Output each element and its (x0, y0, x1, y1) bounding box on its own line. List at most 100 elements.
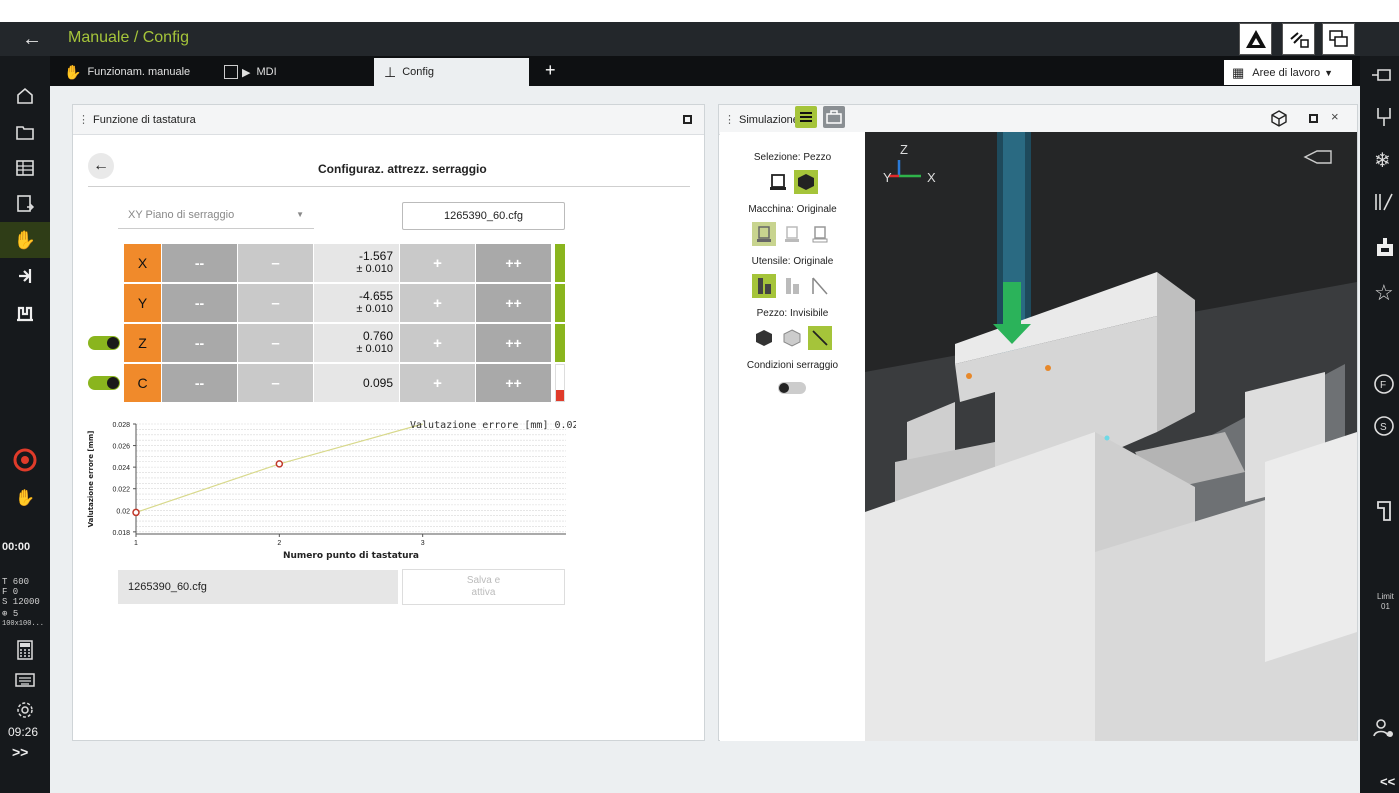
plus-plus-button[interactable]: ++ (476, 364, 551, 402)
save-activate-button[interactable]: Salva e attiva (402, 569, 565, 605)
tab-label: MDI (256, 66, 277, 78)
machine-original-button[interactable] (752, 222, 776, 246)
expand-sidebar-button[interactable]: >> (12, 745, 28, 759)
settings-gear-icon[interactable] (0, 692, 50, 728)
back-arrow-icon[interactable]: ← (22, 28, 42, 51)
workspace-dropdown[interactable]: ▦ Aree di lavoro ▼ (1224, 60, 1352, 85)
status-t: T 600 (2, 577, 30, 587)
minus-button[interactable]: – (238, 284, 313, 322)
clamping-conditions-toggle[interactable] (778, 382, 806, 394)
machine-door-icon[interactable] (1374, 500, 1394, 527)
manual-mode-icon[interactable]: ✋ (0, 222, 50, 258)
plus-plus-button[interactable]: ++ (476, 244, 551, 282)
close-icon[interactable]: × (1331, 109, 1339, 124)
feed-override-icon[interactable]: F (1372, 372, 1396, 401)
mdi-run-icon[interactable] (0, 258, 50, 294)
spindle-override-icon[interactable]: S (1372, 414, 1396, 443)
back-button[interactable]: ← (88, 153, 114, 179)
minus-minus-button[interactable]: -- (162, 364, 237, 402)
emergency-stop-icon[interactable] (0, 442, 50, 478)
warning-triangle-button[interactable] (1239, 23, 1272, 55)
workspace-label: Aree di lavoro (1252, 66, 1321, 79)
config-file-field[interactable]: 1265390_60.cfg (402, 202, 565, 230)
machine-outline-button[interactable] (808, 222, 832, 246)
status-f: F 0 (2, 587, 19, 597)
run-timer: 00:00 (2, 541, 31, 553)
config-subtitle: Configuraz. attrezz. serraggio (318, 162, 487, 176)
y-tick-label: 0.026 (112, 444, 130, 451)
axis-value-number: 0.095 (362, 375, 393, 390)
plus-plus-button[interactable]: ++ (476, 284, 551, 322)
maximize-icon[interactable] (683, 115, 692, 124)
cube-view-icon[interactable] (1270, 109, 1288, 132)
maximize-icon[interactable] (1309, 114, 1318, 123)
z-axis-toggle[interactable] (88, 336, 120, 350)
tab-manual-mode[interactable]: ✋ Funzionam. manuale (60, 58, 215, 86)
tool-holder-icon[interactable] (1374, 190, 1396, 217)
plus-button[interactable]: + (400, 364, 475, 402)
selection-machine-button[interactable] (766, 170, 790, 194)
machine-transparent-button[interactable] (780, 222, 804, 246)
panel-drag-handle-icon[interactable]: ⋮ (724, 113, 735, 126)
plus-button[interactable]: + (400, 284, 475, 322)
tool-change-button[interactable] (1282, 23, 1315, 55)
bottom-bar (50, 755, 1360, 793)
x-axis-label: Numero punto di tastatura (283, 551, 419, 561)
plus-button[interactable]: + (400, 324, 475, 362)
manual-status-icon: ✋ (15, 490, 35, 507)
plane-select-value: XY Piano di serraggio (128, 209, 235, 221)
favorite-star-icon[interactable]: ☆ (1374, 280, 1394, 306)
setup-icon[interactable] (0, 294, 50, 330)
workpiece-transparent-button[interactable] (780, 326, 804, 350)
panel-drag-handle-icon[interactable]: ⋮ (78, 113, 89, 126)
clamp-icon[interactable] (1374, 106, 1394, 133)
sim-panel-title: Simulazione (739, 113, 799, 126)
top-bar (0, 22, 1399, 56)
axis-value-number: 0.760 (362, 329, 393, 343)
tool-path-button[interactable] (808, 274, 832, 298)
toolbox-button[interactable] (823, 106, 845, 128)
tool-original-button[interactable] (752, 274, 776, 298)
windows-button[interactable] (1322, 23, 1355, 55)
tab-label: Config (402, 66, 434, 78)
home-icon[interactable] (0, 78, 50, 114)
collapse-sidebar-button[interactable]: << (1380, 774, 1395, 789)
clamping-conditions-label: Condizioni serraggio (746, 360, 839, 371)
plus-plus-button[interactable]: ++ (476, 324, 551, 362)
chart-annotation: Valutazione errore [mm] 0.028 (410, 420, 576, 431)
dropdown-arrow-icon: ▼ (296, 210, 304, 219)
hand-icon: ✋ (64, 63, 82, 80)
list-view-button[interactable] (795, 106, 817, 128)
program-run-icon[interactable] (0, 186, 50, 222)
tab-config[interactable]: ⊥ Config (374, 58, 529, 86)
axis-label: C (124, 364, 161, 402)
touch-probe-icon[interactable] (1374, 236, 1396, 265)
tool-label: Utensile: Originale (751, 256, 834, 267)
spindle-icon[interactable] (1370, 66, 1394, 89)
folder-icon[interactable] (0, 114, 50, 150)
workpiece-solid-button[interactable] (752, 326, 776, 350)
sim-options-sidebar: Selezione: Pezzo Macchina: Originale Ute… (720, 132, 865, 741)
plus-button[interactable]: + (400, 244, 475, 282)
tool-transparent-button[interactable] (780, 274, 804, 298)
minus-minus-button[interactable]: -- (162, 284, 237, 322)
add-tab-button[interactable]: + (545, 60, 556, 81)
clock: 09:26 (8, 725, 39, 739)
workpiece-invisible-button[interactable] (808, 326, 832, 350)
c-axis-toggle[interactable] (88, 376, 120, 390)
selection-workpiece-button[interactable] (794, 170, 818, 194)
table-icon[interactable] (0, 150, 50, 186)
minus-button[interactable]: – (238, 244, 313, 282)
x-tick-label: 2 (277, 540, 281, 547)
user-key-icon[interactable] (1372, 718, 1396, 745)
footer-file-field[interactable]: 1265390_60.cfg (118, 570, 398, 604)
minus-minus-button[interactable]: -- (162, 244, 237, 282)
coolant-icon[interactable]: ❄ (1374, 148, 1391, 173)
minus-button[interactable]: – (238, 324, 313, 362)
plane-select[interactable]: XY Piano di serraggio ▼ (118, 203, 314, 229)
tab-mdi[interactable]: ▶ MDI (220, 58, 370, 86)
minus-button[interactable]: – (238, 364, 313, 402)
y-tick-label: 0.02 (116, 508, 130, 515)
minus-minus-button[interactable]: -- (162, 324, 237, 362)
simulation-viewport[interactable]: Z Y X (865, 132, 1357, 741)
